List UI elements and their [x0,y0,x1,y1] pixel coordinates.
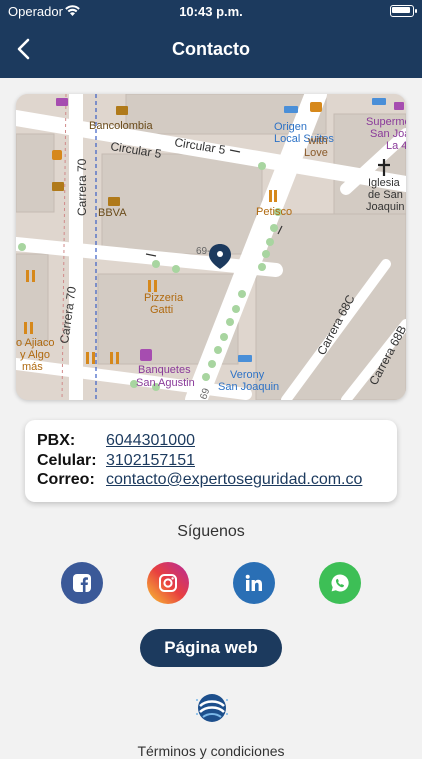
whatsapp-button[interactable] [319,562,361,604]
pbx-label: PBX: [37,432,76,449]
map-label-super-1: Superme [366,116,406,128]
page-title: Contacto [172,39,250,59]
map-label-pizzeria-2: Gatti [150,304,173,316]
map-label-verony-2: San Joaquin [218,381,279,393]
facebook-button[interactable] [61,562,103,604]
cel-label: Celular: [37,452,97,469]
mail-label: Correo: [37,471,95,488]
map-label-verony-1: Verony [230,369,265,381]
map-label-banquetes-1: Banquetes [138,364,191,376]
map-canvas: Bancolombia Circular 5 Circular 5 Carrer… [16,94,406,400]
map-label-banquetes-2: San Agustin [136,377,195,389]
location-map[interactable]: Bancolombia Circular 5 Circular 5 Carrer… [16,94,406,400]
app-header: Operador 10:43 p.m. Contacto [0,0,422,78]
cel-link[interactable]: 3102157151 [106,452,195,470]
map-label-super-2: San Joa [370,128,406,140]
contact-card: PBX: 6044301000 Celular: 3102157151 Corr… [25,420,397,502]
map-label-petisco: Petisco [256,206,292,218]
map-label-ajiaco-3: más [22,361,43,373]
status-bar: Operador 10:43 p.m. [0,4,422,20]
mail-link[interactable]: contacto@expertoseguridad.com.co [106,471,362,489]
map-label-pizzeria-1: Pizzeria [144,292,184,304]
map-label-carrera70-a: Carrera 70 [75,158,89,216]
follow-heading: Síguenos [177,523,245,540]
company-logo-icon [196,694,228,722]
map-label-iglesia-2: de San [368,189,403,201]
terms-link[interactable]: Términos y condiciones [0,743,422,759]
linkedin-button[interactable] [233,562,275,604]
whatsapp-icon [331,574,349,592]
instagram-button[interactable] [147,562,189,604]
clock: 10:43 p.m. [179,4,243,19]
pbx-link[interactable]: 6044301000 [106,432,195,450]
battery-icon [390,5,417,17]
map-label-ajiaco-1: o Ajiaco [16,337,55,349]
map-label-ajiaco-2: y Algo [20,349,50,361]
map-label-bancolombia: Bancolombia [89,120,153,132]
linkedin-icon [245,574,262,591]
map-label-super-3: La 4 [386,140,406,152]
facebook-icon [73,574,91,592]
map-label-origen-1: Origen [274,121,307,133]
map-label-bbva: BBVA [98,207,127,219]
map-label-iglesia-1: Iglesia [368,177,401,189]
map-label-address-69: 69- [196,246,210,257]
map-label-iglesia-3: Joaquin [366,201,405,213]
instagram-icon [159,574,177,592]
website-button[interactable]: Página web [140,629,282,667]
map-label-love: Love [304,147,328,159]
map-label-with: with [307,135,328,147]
